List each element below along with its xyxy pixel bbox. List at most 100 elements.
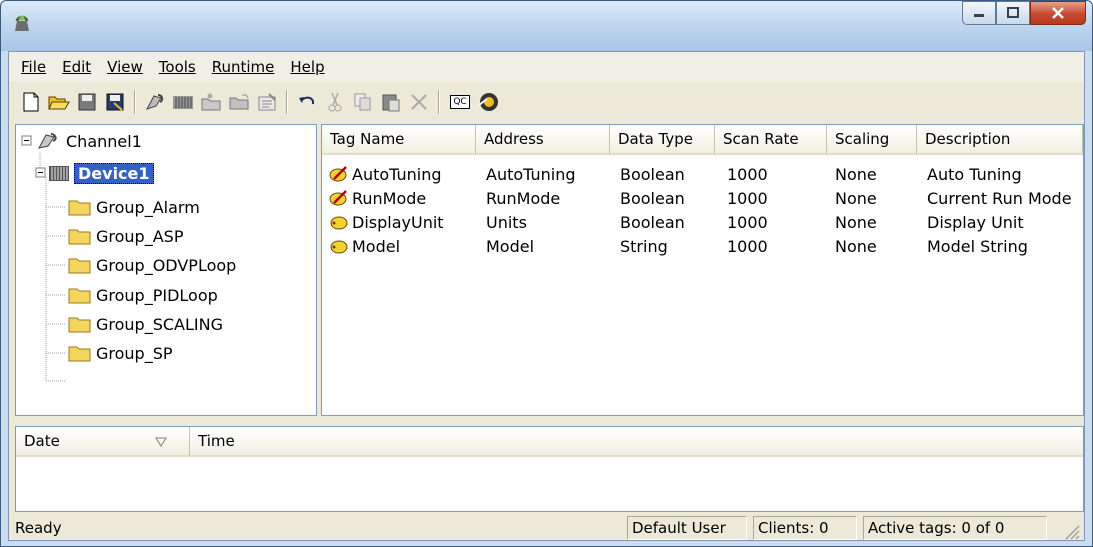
menu-file[interactable]: File bbox=[13, 58, 54, 76]
quick-client-button[interactable]: QC bbox=[445, 88, 475, 116]
runtime-connect-button[interactable] bbox=[475, 88, 503, 116]
project-tree[interactable]: Channel1 Device1 Group_Alarm Group_ASP G… bbox=[15, 124, 317, 416]
cell-description: Model String bbox=[927, 237, 1028, 256]
paste-button[interactable] bbox=[377, 88, 405, 116]
status-clients: Clients: 0 bbox=[753, 516, 857, 540]
tree-label-channel: Channel1 bbox=[66, 131, 142, 151]
column-header-time[interactable]: Time bbox=[190, 427, 1083, 457]
title-bar[interactable] bbox=[1, 1, 1092, 51]
cell-scaling: None bbox=[835, 213, 877, 232]
tree-item-group[interactable]: Group_SP bbox=[68, 341, 173, 365]
delete-icon bbox=[411, 94, 427, 110]
cell-tag-name: AutoTuning bbox=[352, 165, 442, 184]
copy-button[interactable] bbox=[349, 88, 377, 116]
status-user: Default User bbox=[627, 516, 747, 540]
tree-item-group[interactable]: Group_PIDLoop bbox=[68, 283, 218, 307]
tree-item-device[interactable]: Device1 bbox=[48, 161, 154, 185]
channel-icon bbox=[145, 94, 164, 110]
table-row[interactable]: AutoTuning AutoTuning Boolean 1000 None … bbox=[322, 163, 1083, 187]
table-row[interactable]: DisplayUnit Units Boolean 1000 None Disp… bbox=[322, 211, 1083, 235]
app-icon bbox=[15, 15, 29, 31]
status-bar: Ready Default User Clients: 0 Active tag… bbox=[9, 512, 1084, 542]
tree-item-group[interactable]: Group_ODVPLoop bbox=[68, 253, 236, 277]
tree-item-group[interactable]: Group_SCALING bbox=[68, 312, 223, 336]
new-device-button[interactable] bbox=[169, 88, 197, 116]
tree-item-group[interactable]: Group_Alarm bbox=[68, 195, 200, 219]
folder-icon bbox=[68, 288, 91, 304]
tree-label-group: Group_SP bbox=[96, 343, 173, 363]
properties-button[interactable] bbox=[253, 88, 281, 116]
column-header-scan-rate[interactable]: Scan Rate bbox=[715, 125, 827, 155]
new-tag-button[interactable] bbox=[225, 88, 253, 116]
event-log[interactable]: Date Time bbox=[15, 426, 1084, 512]
menu-edit[interactable]: Edit bbox=[54, 58, 99, 76]
runtime-connect-icon bbox=[478, 93, 498, 111]
menu-help[interactable]: Help bbox=[282, 58, 332, 76]
menu-bar: File Edit View Tools Runtime Help bbox=[9, 52, 1084, 82]
save-icon bbox=[78, 93, 96, 111]
save-button[interactable] bbox=[73, 88, 101, 116]
tree-label-group: Group_ODVPLoop bbox=[96, 255, 237, 275]
status-text: Ready bbox=[15, 519, 62, 537]
undo-icon bbox=[299, 96, 315, 105]
paste-icon bbox=[382, 94, 400, 112]
folder-icon bbox=[68, 229, 91, 245]
folder-icon bbox=[68, 258, 91, 274]
column-header-scaling[interactable]: Scaling bbox=[827, 125, 917, 155]
new-channel-button[interactable] bbox=[141, 88, 169, 116]
save-as-icon bbox=[106, 93, 124, 111]
cell-address: RunMode bbox=[486, 189, 561, 208]
column-header-date[interactable]: Date bbox=[16, 427, 190, 457]
pencil-tag-icon bbox=[329, 166, 347, 182]
client-area: File Edit View Tools Runtime Help QC Cha… bbox=[8, 51, 1085, 541]
cell-tag-name: RunMode bbox=[352, 189, 427, 208]
tag-list[interactable]: Tag Name Address Data Type Scan Rate Sca… bbox=[321, 124, 1084, 416]
open-button[interactable] bbox=[45, 88, 73, 116]
tree-label-group: Group_Alarm bbox=[96, 197, 200, 217]
toolbar: QC bbox=[9, 85, 1084, 119]
cell-tag-name: Model bbox=[352, 237, 401, 256]
cut-button[interactable] bbox=[321, 88, 349, 116]
column-header-data-type[interactable]: Data Type bbox=[610, 125, 715, 155]
cell-data-type: Boolean bbox=[620, 213, 685, 232]
cell-description: Display Unit bbox=[927, 213, 1024, 232]
folder-icon bbox=[68, 200, 91, 216]
status-active-tags: Active tags: 0 of 0 bbox=[863, 516, 1047, 540]
table-row[interactable]: RunMode RunMode Boolean 1000 None Curren… bbox=[322, 187, 1083, 211]
maximize-button[interactable] bbox=[996, 1, 1030, 25]
tree-item-channel[interactable]: Channel1 bbox=[36, 129, 142, 153]
tree-label-group: Group_PIDLoop bbox=[96, 285, 218, 305]
column-header-address[interactable]: Address bbox=[476, 125, 610, 155]
table-row[interactable]: Model Model String 1000 None Model Strin… bbox=[322, 235, 1083, 259]
save-as-button[interactable] bbox=[101, 88, 129, 116]
device-icon bbox=[173, 96, 193, 109]
resize-grip-icon[interactable] bbox=[1062, 522, 1080, 540]
undo-button[interactable] bbox=[293, 88, 321, 116]
app-window: File Edit View Tools Runtime Help QC Cha… bbox=[0, 0, 1093, 547]
close-icon bbox=[1052, 7, 1064, 19]
cell-scan-rate: 1000 bbox=[727, 189, 768, 208]
delete-button[interactable] bbox=[405, 88, 433, 116]
cell-data-type: Boolean bbox=[620, 165, 685, 184]
menu-view[interactable]: View bbox=[99, 58, 151, 76]
pencil-tag-icon bbox=[329, 190, 347, 206]
channel-icon bbox=[38, 133, 57, 149]
maximize-icon bbox=[1007, 7, 1019, 18]
date-header-label: Date bbox=[24, 432, 60, 450]
new-button[interactable] bbox=[17, 88, 45, 116]
cell-address: Model bbox=[486, 237, 535, 256]
column-header-description[interactable]: Description bbox=[917, 125, 1083, 155]
minimize-button[interactable] bbox=[962, 1, 996, 25]
cell-scan-rate: 1000 bbox=[727, 213, 768, 232]
close-button[interactable] bbox=[1030, 1, 1086, 25]
cell-data-type: Boolean bbox=[620, 189, 685, 208]
menu-tools[interactable]: Tools bbox=[151, 58, 204, 76]
new-group-button[interactable] bbox=[197, 88, 225, 116]
menu-runtime[interactable]: Runtime bbox=[204, 58, 283, 76]
tag-icon bbox=[229, 94, 249, 110]
cell-data-type: String bbox=[620, 237, 668, 256]
column-header-tag-name[interactable]: Tag Name bbox=[322, 125, 476, 155]
tree-item-group[interactable]: Group_ASP bbox=[68, 224, 183, 248]
cell-description: Current Run Mode bbox=[927, 189, 1072, 208]
folder-icon bbox=[68, 317, 91, 333]
